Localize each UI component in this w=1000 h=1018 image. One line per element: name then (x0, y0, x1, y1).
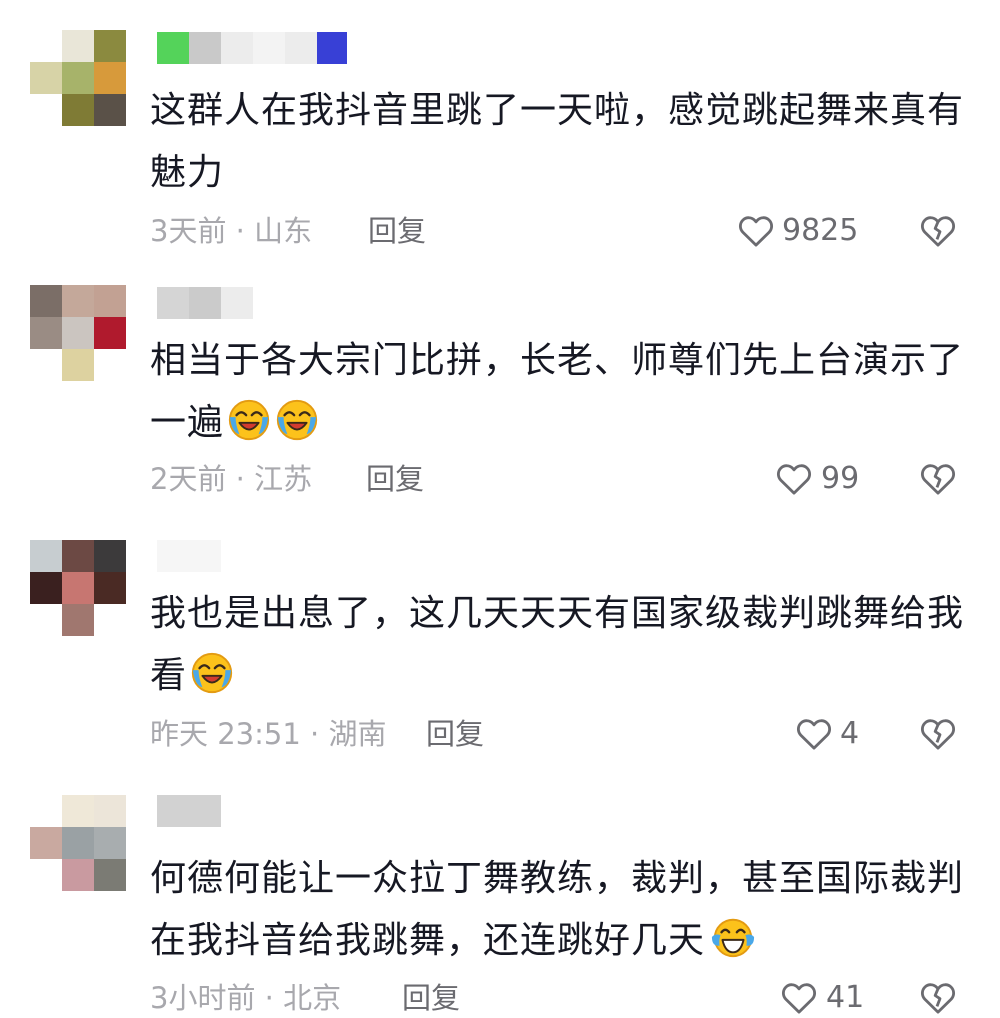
heart-outline-icon[interactable] (773, 459, 815, 499)
comment-text: 这群人在我抖音里跳了一天啦，感觉跳起舞来真有魅力 (150, 80, 970, 204)
heart-outline-icon[interactable] (778, 978, 820, 1018)
reply-button[interactable]: 回复 (368, 211, 426, 251)
broken-heart-icon[interactable] (918, 459, 958, 499)
comment-text: 我也是出息了，这几天天天有国家级裁判跳舞给我看 (150, 583, 970, 707)
broken-heart-icon[interactable] (918, 211, 958, 251)
comment-meta: 3天前 · 山东 (150, 214, 313, 248)
crying-laughing-emoji-icon (276, 399, 318, 441)
heart-outline-icon[interactable] (735, 211, 777, 251)
like-count: 4 (840, 716, 860, 751)
reply-button[interactable]: 回复 (426, 714, 484, 754)
avatar[interactable] (30, 30, 126, 126)
heart-outline-icon[interactable] (793, 714, 835, 754)
tears-of-joy-emoji-icon (711, 918, 755, 958)
comment-text-content: 我也是出息了，这几天天天有国家级裁判跳舞给我看 (150, 593, 965, 696)
comment-text-content: 这群人在我抖音里跳了一天啦，感觉跳起舞来真有魅力 (150, 90, 965, 193)
avatar[interactable] (30, 795, 126, 891)
comment-meta: 2天前 · 江苏 (150, 462, 313, 496)
like-count: 99 (821, 461, 860, 496)
comment-meta: 昨天 23:51 · 湖南 (150, 717, 387, 751)
avatar[interactable] (30, 285, 126, 381)
broken-heart-icon[interactable] (918, 978, 958, 1018)
like-count: 41 (826, 980, 865, 1015)
avatar[interactable] (30, 540, 126, 636)
broken-heart-icon[interactable] (918, 714, 958, 754)
crying-laughing-emoji-icon (191, 652, 233, 694)
reply-button[interactable]: 回复 (366, 459, 424, 499)
comment-text-content: 相当于各大宗门比拼，长老、师尊们先上台演示了一遍 (150, 340, 965, 443)
comment-text: 何德何能让一众拉丁舞教练，裁判，甚至国际裁判在我抖音给我跳舞，还连跳好几天 (150, 848, 970, 972)
like-count: 9825 (782, 213, 859, 248)
comment-text: 相当于各大宗门比拼，长老、师尊们先上台演示了一遍 (150, 330, 970, 454)
comment-text-content: 何德何能让一众拉丁舞教练，裁判，甚至国际裁判在我抖音给我跳舞，还连跳好几天 (150, 858, 965, 961)
crying-laughing-emoji-icon (228, 399, 270, 441)
reply-button[interactable]: 回复 (402, 978, 460, 1018)
comment-meta: 3小时前 · 北京 (150, 981, 342, 1015)
